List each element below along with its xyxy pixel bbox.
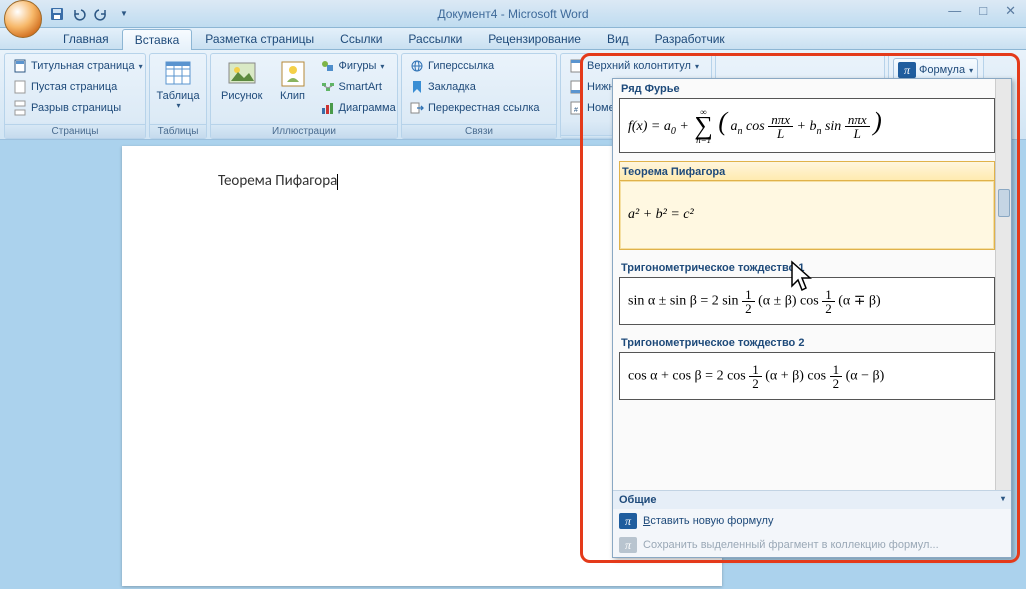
equation-preview: cos α + cos β = 2 cos 12 (α + β) cos 12 …: [619, 352, 995, 400]
equation-item-trig1[interactable]: Тригонометрическое тождество 1 sin α ± s…: [613, 258, 1011, 333]
chart-label: Диаграмма: [339, 102, 396, 114]
qat-dropdown-icon[interactable]: ▼: [115, 5, 133, 23]
tab-page-layout[interactable]: Разметка страницы: [192, 28, 327, 49]
text-cursor: [337, 174, 338, 190]
shapes-button[interactable]: Фигуры▾: [317, 56, 399, 76]
scrollbar[interactable]: [995, 79, 1011, 490]
title-bar: ▼ Документ4 - Microsoft Word — □ ✕: [0, 0, 1026, 28]
undo-icon[interactable]: [70, 5, 88, 23]
window-title: Документ4 - Microsoft Word: [437, 7, 588, 21]
group-links: Гиперссылка Закладка Перекрестная ссылка…: [401, 53, 557, 139]
group-illustrations-label: Иллюстрации: [211, 124, 397, 138]
equation-section-header[interactable]: Общие ▾: [613, 490, 1011, 509]
header-label: Верхний колонтитул: [587, 60, 691, 72]
pi-icon: π: [619, 537, 637, 553]
tab-developer[interactable]: Разработчик: [642, 28, 738, 49]
minimize-button[interactable]: —: [944, 3, 965, 19]
group-pages: Титульная страница▾ Пустая страница Разр…: [4, 53, 146, 139]
office-button[interactable]: [4, 0, 42, 38]
equation-preview: f(x) = a0 + ∞∑n=1 ( an cos nπxL + bn sin…: [619, 98, 995, 153]
equation-label: Формула: [919, 64, 965, 76]
insert-equation-label: ставить новую формулу: [650, 515, 773, 527]
clipart-label: Клип: [280, 90, 305, 102]
bookmark-label: Закладка: [428, 81, 476, 93]
insert-new-equation[interactable]: π Вставить новую формулу: [613, 509, 1011, 533]
page-break-button[interactable]: Разрыв страницы: [9, 98, 146, 118]
tab-review[interactable]: Рецензирование: [475, 28, 594, 49]
equation-item-pythagoras[interactable]: Теорема Пифагора a² + b² = c²: [613, 161, 1011, 258]
equation-preview: sin α ± sin β = 2 sin 12 (α ± β) cos 12 …: [619, 277, 995, 325]
equation-gallery: Ряд Фурье f(x) = a0 + ∞∑n=1 ( an cos nπx…: [612, 78, 1012, 558]
tab-insert[interactable]: Вставка: [122, 29, 193, 50]
quick-access-toolbar: ▼: [48, 5, 133, 23]
tab-home[interactable]: Главная: [50, 28, 122, 49]
group-illustrations: Рисунок Клип Фигуры▾ SmartArt Диаграмма: [210, 53, 398, 139]
pi-icon: π: [619, 513, 637, 529]
equation-item-trig2[interactable]: Тригонометрическое тождество 2 cos α + c…: [613, 333, 1011, 408]
save-gallery-label: Сохранить выделенный фрагмент в коллекци…: [643, 539, 939, 551]
tab-view[interactable]: Вид: [594, 28, 642, 49]
equation-preview: a² + b² = c²: [619, 180, 995, 250]
footer-label: Нижн: [587, 81, 615, 93]
equation-title: Теорема Пифагора: [619, 161, 995, 181]
picture-button[interactable]: Рисунок: [215, 56, 269, 104]
page-number-label: Номе: [587, 102, 615, 114]
blank-page-label: Пустая страница: [31, 81, 117, 93]
cover-page-label: Титульная страница: [31, 60, 135, 72]
smartart-button[interactable]: SmartArt: [317, 77, 399, 97]
shapes-label: Фигуры: [339, 60, 377, 72]
equation-title: Тригонометрическое тождество 1: [619, 258, 995, 277]
save-to-gallery: π Сохранить выделенный фрагмент в коллек…: [613, 533, 1011, 557]
hyperlink-button[interactable]: Гиперссылка: [406, 56, 543, 76]
smartart-label: SmartArt: [339, 81, 382, 93]
group-links-label: Связи: [402, 124, 556, 138]
equation-title: Ряд Фурье: [619, 79, 995, 98]
page-break-label: Разрыв страницы: [31, 102, 121, 114]
bookmark-button[interactable]: Закладка: [406, 77, 543, 97]
clipart-button[interactable]: Клип: [271, 56, 315, 104]
header-button[interactable]: Верхний колонтитул▾: [565, 56, 702, 76]
ribbon-tabs: Главная Вставка Разметка страницы Ссылки…: [0, 28, 1026, 50]
equation-title: Тригонометрическое тождество 2: [619, 333, 995, 352]
redo-icon[interactable]: [92, 5, 110, 23]
table-button[interactable]: Таблица▾: [150, 56, 205, 113]
hyperlink-label: Гиперссылка: [428, 60, 494, 72]
scrollbar-thumb[interactable]: [998, 189, 1010, 217]
crossref-label: Перекрестная ссылка: [428, 102, 540, 114]
save-icon[interactable]: [48, 5, 66, 23]
window-controls: — □ ✕: [944, 3, 1020, 19]
close-button[interactable]: ✕: [1001, 3, 1020, 19]
cover-page-button[interactable]: Титульная страница▾: [9, 56, 146, 76]
tab-references[interactable]: Ссылки: [327, 28, 395, 49]
group-pages-label: Страницы: [5, 124, 145, 138]
svg-text:#: #: [574, 107, 578, 114]
pi-icon: π: [898, 62, 916, 78]
equation-item-fourier[interactable]: Ряд Фурье f(x) = a0 + ∞∑n=1 ( an cos nπx…: [613, 79, 1011, 161]
group-tables-label: Таблицы: [150, 124, 206, 138]
document-text: Теорема Пифагора: [218, 172, 337, 190]
maximize-button[interactable]: □: [975, 3, 991, 19]
tab-mailings[interactable]: Рассылки: [395, 28, 475, 49]
blank-page-button[interactable]: Пустая страница: [9, 77, 146, 97]
chart-button[interactable]: Диаграмма: [317, 98, 399, 118]
crossref-button[interactable]: Перекрестная ссылка: [406, 98, 543, 118]
picture-label: Рисунок: [221, 90, 263, 102]
group-tables: Таблица▾ Таблицы: [149, 53, 207, 139]
